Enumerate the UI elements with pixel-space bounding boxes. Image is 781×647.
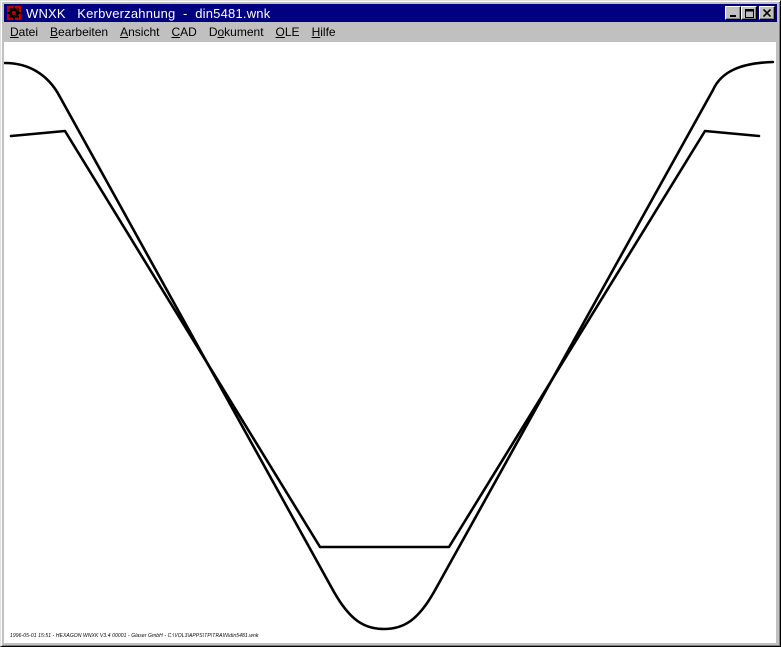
menu-ole[interactable]: OLE [270, 24, 306, 41]
gear-app-icon[interactable] [6, 5, 22, 21]
inner-profile-line [9, 129, 761, 549]
menu-ansicht[interactable]: Ansicht [114, 24, 165, 41]
application-window: WNXK Kerbverzahnung - din5481.wnk Datei … [0, 0, 781, 647]
menu-hilfe[interactable]: Hilfe [306, 24, 342, 41]
spline-profile-drawing [4, 60, 775, 631]
title-bar[interactable]: WNXK Kerbverzahnung - din5481.wnk [4, 4, 777, 22]
maximize-icon [744, 8, 754, 18]
menu-dokument[interactable]: Dokument [203, 24, 270, 41]
close-icon [763, 9, 771, 17]
outer-profile-curve [4, 60, 775, 631]
menu-bearbeiten[interactable]: Bearbeiten [44, 24, 114, 41]
window-title: WNXK Kerbverzahnung - din5481.wnk [26, 5, 271, 21]
window-controls [725, 6, 775, 20]
drawing-info-line: 1996-05-01 15:51 - HEXAGON WNXK V3.4 000… [10, 633, 259, 639]
drawing-canvas[interactable]: 1996-05-01 15:51 - HEXAGON WNXK V3.4 000… [4, 42, 776, 643]
menu-cad[interactable]: CAD [165, 24, 202, 41]
minimize-button[interactable] [725, 6, 741, 20]
close-button[interactable] [759, 6, 775, 20]
menu-datei[interactable]: Datei [4, 24, 44, 41]
minimize-icon [730, 15, 736, 17]
maximize-button[interactable] [741, 6, 757, 20]
menu-bar: Datei Bearbeiten Ansicht CAD Dokument OL… [4, 23, 777, 42]
